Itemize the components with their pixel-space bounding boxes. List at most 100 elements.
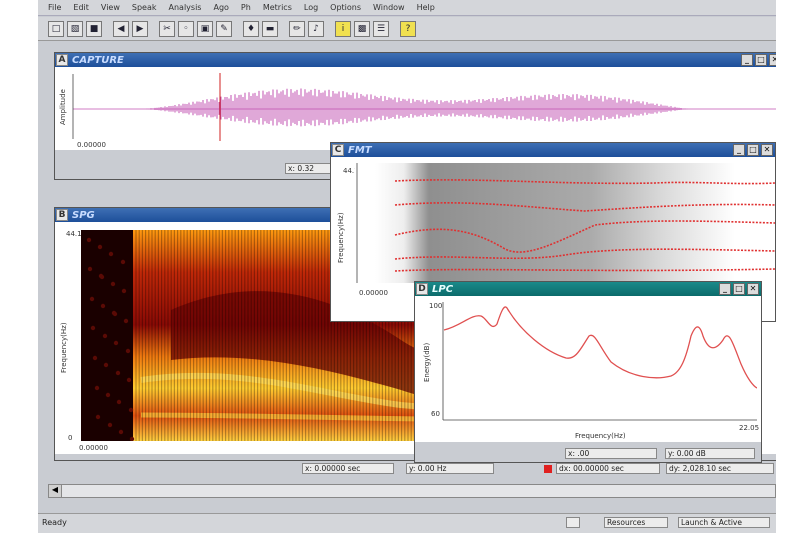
menu-options[interactable]: Options — [330, 3, 361, 12]
maximize-button[interactable]: □ — [733, 283, 745, 295]
help-icon[interactable]: ? — [400, 20, 416, 37]
waveform-plot[interactable] — [55, 69, 776, 144]
menu-speak[interactable]: Speak — [132, 3, 157, 12]
edit-icon[interactable]: ✏ — [289, 20, 305, 37]
menu-edit[interactable]: Edit — [73, 3, 89, 12]
menu-file[interactable]: File — [48, 3, 61, 12]
readout-x: x: 0.00000 sec — [302, 463, 394, 474]
y-axis-bottom: 60 — [431, 410, 440, 418]
readout-y: y: 0.00 Hz — [406, 463, 494, 474]
spectrogram-noise-dot — [87, 266, 93, 272]
readout-dx: dx: 00.00000 sec — [556, 463, 660, 474]
spectrogram-noise-dot — [95, 414, 101, 420]
spectrogram-noise-dot — [118, 429, 124, 435]
lpc-plot[interactable] — [441, 302, 757, 422]
formant-plot[interactable] — [355, 163, 775, 283]
spectrogram-noise-dot — [111, 310, 117, 316]
x-axis-start: 0.00000 — [359, 289, 388, 297]
scroll-left-icon[interactable]: ◀ — [49, 485, 62, 497]
window-title: CAPTURE — [72, 54, 124, 66]
spectrogram-noise-dot — [90, 325, 96, 331]
spectrogram-noise-dot — [108, 251, 114, 257]
status-launch: Launch & Active — [678, 517, 770, 528]
menu-window[interactable]: Window — [373, 3, 405, 12]
record-indicator — [544, 465, 552, 473]
capture-titlebar[interactable]: A CAPTURE _ □ ✕ — [55, 53, 776, 67]
window-title: FMT — [348, 144, 372, 156]
open-icon[interactable]: ▧ — [67, 20, 83, 37]
y-axis-bottom: 0 — [68, 434, 73, 442]
spectrogram-noise-dot — [105, 392, 111, 398]
waveform-trace — [146, 88, 688, 127]
menu-analysis[interactable]: Analysis — [169, 3, 202, 12]
menu-metrics[interactable]: Metrics — [263, 3, 292, 12]
monitor-icon[interactable]: ▩ — [354, 20, 370, 37]
save-icon[interactable]: ■ — [86, 20, 102, 37]
lpc-window[interactable]: D LPC _ □ ✕ 100 60 Energy(dB) Frequency(… — [414, 281, 762, 463]
minimize-button[interactable]: _ — [733, 144, 745, 156]
menu-help[interactable]: Help — [417, 3, 435, 12]
list-icon[interactable]: ☰ — [373, 20, 389, 37]
minimize-button[interactable]: _ — [741, 54, 753, 66]
maximize-button[interactable]: □ — [747, 144, 759, 156]
window-letter: A — [56, 54, 68, 66]
paste-icon[interactable]: ▣ — [197, 20, 213, 37]
close-button[interactable]: ✕ — [747, 283, 759, 295]
speaker-icon[interactable]: ♪ — [308, 20, 324, 37]
menu-log[interactable]: Log — [304, 3, 318, 12]
spectrogram-noise-dot — [102, 333, 108, 339]
minimize-button[interactable]: _ — [719, 283, 731, 295]
spectrogram-noise-dot — [125, 348, 131, 354]
horizontal-scrollbar[interactable]: ◀ — [48, 484, 776, 498]
y-axis-label: Frequency(Hz) — [60, 322, 68, 373]
status-resources: Resources — [604, 517, 668, 528]
readout-y: y: 0.00 dB — [665, 448, 755, 459]
spg-readout-bar: x: 0.00000 sec y: 0.00 Hz dx: 00.00000 s… — [54, 461, 776, 477]
spectrogram-noise-dot — [113, 340, 119, 346]
pencil-icon[interactable]: ✎ — [216, 20, 232, 37]
x-axis-end: 22.05 — [739, 424, 760, 432]
x-axis-start: 0.00000 — [77, 141, 106, 149]
spectrogram-noise-dot — [94, 385, 100, 391]
window-title: SPG — [72, 209, 95, 221]
x-axis-start: 0.00000 — [79, 444, 108, 452]
spectrogram-noise-dot — [107, 422, 113, 428]
formant-energy — [375, 163, 735, 283]
marker-icon[interactable]: ♦ — [243, 20, 259, 37]
new-icon[interactable]: □ — [48, 20, 64, 37]
fmt-titlebar[interactable]: C FMT _ □ ✕ — [331, 143, 775, 157]
spectrogram-noise-dot — [123, 318, 129, 324]
cut-icon[interactable]: ✂ — [159, 20, 175, 37]
window-letter: B — [56, 209, 68, 221]
spectrogram-noise-dot — [92, 355, 98, 361]
back-arrow-icon[interactable]: ◀ — [113, 20, 129, 37]
x-axis-label: Frequency(Hz) — [575, 432, 626, 440]
menu-view[interactable]: View — [101, 3, 120, 12]
forward-arrow-icon[interactable]: ▶ — [132, 20, 148, 37]
readout-x: x: .00 — [565, 448, 657, 459]
window-letter: C — [332, 144, 344, 156]
readout-dy: dy: 2,028.10 sec — [666, 463, 774, 474]
maximize-button[interactable]: □ — [755, 54, 767, 66]
lpc-titlebar[interactable]: D LPC _ □ ✕ — [415, 282, 761, 296]
window-letter: D — [416, 283, 428, 295]
spectrogram-noise-dot — [121, 288, 127, 294]
copy-icon[interactable]: ◦ — [178, 20, 194, 37]
spectrogram-noise-dot — [120, 259, 126, 265]
spectrogram-noise-dot — [116, 399, 122, 405]
window-title: LPC — [432, 283, 454, 295]
y-axis-label: Energy(dB) — [423, 342, 431, 382]
spectrogram-noise-dot — [98, 273, 104, 279]
status-text: Ready — [42, 518, 67, 527]
spectrogram-noise-dot — [115, 370, 121, 376]
info-icon[interactable]: i — [335, 20, 351, 37]
close-button[interactable]: ✕ — [761, 144, 773, 156]
spectrogram-noise-dot — [126, 377, 132, 383]
close-button[interactable]: ✕ — [769, 54, 776, 66]
status-bar: Ready Resources Launch & Active — [38, 513, 776, 533]
menu-ph[interactable]: Ph — [241, 3, 251, 12]
eraser-icon[interactable]: ▬ — [262, 20, 278, 37]
menu-ago[interactable]: Ago — [213, 3, 228, 12]
main-window: File Edit View Speak Analysis Ago Ph Met… — [38, 0, 776, 533]
spectrogram-noise-dot — [128, 407, 134, 413]
